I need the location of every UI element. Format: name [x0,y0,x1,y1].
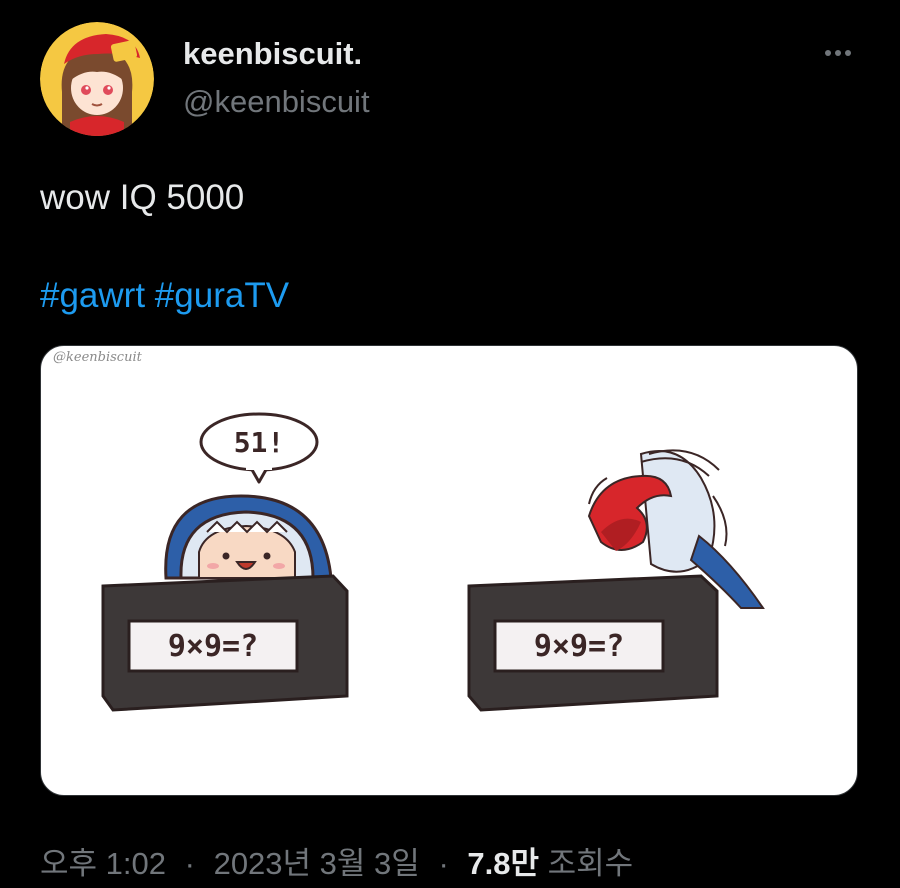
more-options-button[interactable] [812,38,864,68]
separator: · [438,846,449,881]
tweet-text: wow IQ 5000 [40,178,245,217]
separator: · [184,846,195,881]
math-sign-left-text: 9×9=? [168,629,258,664]
speech-bubble-text: 51! [234,426,285,459]
hashtags: #gawrt #guraTV [40,276,289,316]
more-horizontal-icon-dot [835,50,841,56]
handle[interactable]: @keenbiscuit [183,84,370,120]
tweet-time[interactable]: 오후 1:02 [40,846,166,881]
hashtag-link[interactable]: #guraTV [155,276,289,315]
tweet: keenbiscuit. @keenbiscuit wow IQ 5000 #g… [0,0,900,888]
more-horizontal-icon-dot [845,50,851,56]
more-horizontal-icon [825,50,831,56]
display-name[interactable]: keenbiscuit. [183,36,362,72]
hashtag-link[interactable]: #gawrt [40,276,145,315]
image-watermark: @keenbiscuit [53,350,142,365]
math-sign-right-text: 9×9=? [534,629,624,664]
views-label: 조회수 [547,846,634,881]
tweet-meta: 오후 1:02 · 2023년 3월 3일 · 7.8만 조회수 [40,838,633,883]
comic-illustration: 51! 9×9=? 9×9=? [101,412,765,712]
avatar[interactable] [40,22,154,136]
tweet-image[interactable]: 51! 9×9=? 9×9=? @keenbiscuit [40,345,858,796]
views-count[interactable]: 7.8만 [467,846,539,881]
tweet-date[interactable]: 2023년 3월 3일 [214,846,420,881]
